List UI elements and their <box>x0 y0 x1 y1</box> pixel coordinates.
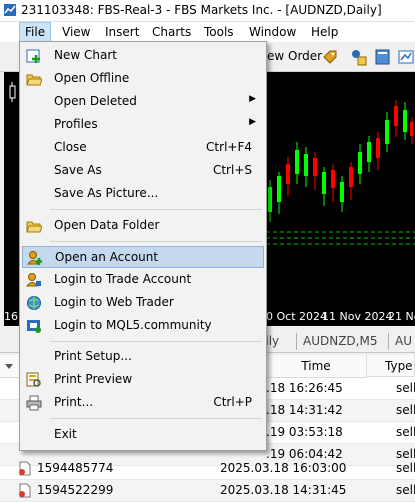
menu-item-open-data-folder[interactable]: Open Data Folder <box>22 215 264 237</box>
menu-item-shortcut: Ctrl+S <box>212 163 252 177</box>
menu-item-label: Open Deleted <box>54 94 137 108</box>
window-title: 231103348: FBS-Real-3 - FBS Markets Inc.… <box>21 3 382 17</box>
menu-separator <box>50 209 262 210</box>
menu-item-save-as-picture[interactable]: Save As Picture... <box>22 183 264 205</box>
menu-charts[interactable]: Charts <box>147 22 196 42</box>
menu-item-label: Open Offline <box>54 71 130 85</box>
menu-item-open-offline[interactable]: Open Offline <box>22 68 264 90</box>
menu-item-label: Save As Picture... <box>54 186 159 200</box>
menu-item-label: Print... <box>54 395 94 409</box>
submenu-arrow-icon: ▶ <box>249 117 256 127</box>
menu-item-label: Print Setup... <box>54 349 132 363</box>
cell-type: sell <box>396 381 415 395</box>
chart-profile-icon[interactable] <box>349 48 367 66</box>
menu-item-open-deleted[interactable]: Open Deleted ▶ <box>22 91 264 113</box>
menu-separator <box>50 341 262 342</box>
menu-item-close[interactable]: Close Ctrl+F4 <box>22 137 264 159</box>
cell-type: sell <box>396 461 415 475</box>
menu-item-label: Open Data Folder <box>54 218 160 232</box>
menu-tools[interactable]: Tools <box>199 22 239 42</box>
app-icon <box>4 4 16 16</box>
book-icon[interactable] <box>374 48 392 66</box>
cell-type: sell <box>396 425 415 439</box>
menu-separator <box>50 241 262 242</box>
tag-icon[interactable] <box>322 49 338 65</box>
menu-item-print[interactable]: Print... Ctrl+P <box>22 392 264 414</box>
axis-label: 21 Nov <box>388 310 415 323</box>
print-preview-icon <box>26 372 41 387</box>
candles <box>268 100 413 222</box>
cell-type: sell <box>396 403 415 417</box>
file-menu-dropdown: New Chart Open Offline Open Deleted ▶ Pr… <box>19 41 267 451</box>
menu-item-label: Exit <box>54 427 77 441</box>
title-bar: 231103348: FBS-Real-3 - FBS Markets Inc.… <box>0 0 415 22</box>
mql5-icon <box>27 320 41 333</box>
axis-label: 0 Oct 2024 <box>266 310 328 323</box>
menu-item-label: Print Preview <box>54 372 133 386</box>
menu-item-label: Login to MQL5.community <box>54 318 212 332</box>
menu-item-login-mql5[interactable]: Login to MQL5.community <box>22 315 264 337</box>
market-icon[interactable] <box>398 48 414 66</box>
menu-insert[interactable]: Insert <box>100 22 144 42</box>
printer-icon <box>26 395 42 411</box>
trade-level-lines <box>266 231 415 245</box>
menu-item-new-chart[interactable]: New Chart <box>22 45 264 67</box>
axis-label: 11 Nov 2024 <box>322 310 393 323</box>
open-account-icon <box>27 251 42 265</box>
menu-item-print-preview[interactable]: Print Preview <box>22 369 264 391</box>
table-row[interactable]: 1594485774 2025.03.18 16:03:00 sell <box>0 458 415 480</box>
menu-item-label: Close <box>54 140 87 154</box>
menu-item-login-trade-account[interactable]: Login to Trade Account <box>22 269 264 291</box>
menu-item-label: Profiles <box>54 117 98 131</box>
cell-order: 1594485774 <box>37 461 114 475</box>
menu-separator <box>50 418 262 419</box>
menu-window[interactable]: Window <box>244 22 301 42</box>
web-trader-icon <box>27 296 41 310</box>
cell-time: .19 03:53:18 <box>266 425 343 439</box>
menu-item-save-as[interactable]: Save As Ctrl+S <box>22 160 264 182</box>
menu-view[interactable]: View <box>57 22 95 42</box>
open-folder-icon <box>26 74 42 86</box>
cell-time: .18 14:31:42 <box>266 403 343 417</box>
menu-item-shortcut: Ctrl+F4 <box>206 140 252 154</box>
sort-down-icon <box>5 364 13 369</box>
menu-item-shortcut: Ctrl+P <box>213 395 252 409</box>
menu-bar: File View Insert Charts Tools Window Hel… <box>0 22 415 42</box>
menu-file[interactable]: File <box>19 22 52 42</box>
new-order-button[interactable]: ew Order <box>267 49 322 63</box>
menu-item-profiles[interactable]: Profiles ▶ <box>22 114 264 136</box>
menu-item-label: Open an Account <box>55 250 159 264</box>
menu-item-label: Login to Trade Account <box>54 272 192 286</box>
menu-item-login-web-trader[interactable]: Login to Web Trader <box>22 292 264 314</box>
cell-time: 2025.03.18 16:03:00 <box>220 461 347 475</box>
table-row[interactable]: 1594522299 2025.03.18 14:31:45 sell <box>0 480 415 502</box>
menu-item-label: Login to Web Trader <box>54 295 174 309</box>
menu-item-label: New Chart <box>54 48 117 62</box>
tab-audnzd-m5[interactable]: AUDNZD,M5 <box>296 333 383 350</box>
cell-time: .18 16:26:45 <box>266 381 343 395</box>
column-header-type[interactable]: Type <box>367 355 415 377</box>
column-header-time[interactable]: Time <box>266 355 367 378</box>
menu-item-print-setup[interactable]: Print Setup... <box>22 346 264 368</box>
menu-help[interactable]: Help <box>306 22 343 42</box>
menu-item-open-account[interactable]: Open an Account <box>22 246 264 268</box>
menu-item-exit[interactable]: Exit <box>22 424 264 446</box>
order-doc-icon <box>19 461 31 476</box>
submenu-arrow-icon: ▶ <box>249 94 256 104</box>
new-chart-icon <box>26 49 40 63</box>
login-trade-icon <box>26 273 41 287</box>
data-folder-icon <box>26 221 42 233</box>
menu-item-label: Save As <box>54 163 102 177</box>
tab-au[interactable]: AU <box>388 333 415 350</box>
